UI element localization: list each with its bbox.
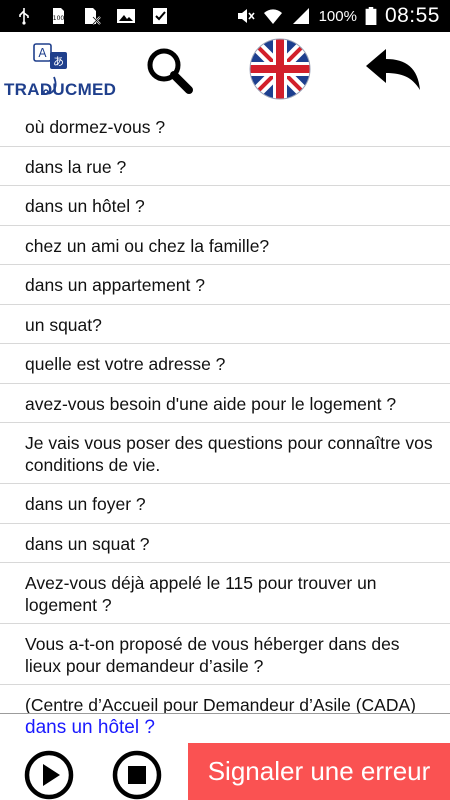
- svg-text:A: A: [38, 46, 47, 60]
- stop-button[interactable]: [112, 750, 162, 800]
- status-bar: 100 100% 08:55: [0, 0, 450, 32]
- svg-text:100: 100: [53, 15, 65, 22]
- traducmed-logo: A あ TRADUCMED: [2, 42, 117, 100]
- battery-percent: 100%: [318, 7, 357, 25]
- phrase-item[interactable]: dans la rue ?: [0, 147, 450, 186]
- phrase-item[interactable]: un squat?: [0, 305, 450, 344]
- phrase-item[interactable]: chez un ami ou chez la famille?: [0, 226, 450, 265]
- phrase-item[interactable]: quelle est votre adresse ?: [0, 344, 450, 384]
- report-error-button[interactable]: Signaler une erreur: [188, 743, 450, 800]
- checklist-icon: [153, 8, 167, 24]
- wifi-icon: [263, 9, 282, 24]
- phrase-item[interactable]: dans un foyer ?: [0, 484, 450, 524]
- logo-text: TRADUCMED: [4, 80, 117, 99]
- battery-icon: [365, 7, 377, 25]
- phrase-item[interactable]: dans un squat ?: [0, 524, 450, 563]
- phrase-item[interactable]: Vous a-t-on proposé de vous héberger dan…: [0, 624, 450, 685]
- sd-card-icon: 100: [53, 8, 65, 24]
- phrase-item[interactable]: dans un appartement ?: [0, 265, 450, 305]
- phrase-item[interactable]: où dormez-vous ?: [0, 107, 450, 147]
- signal-icon: [292, 8, 309, 24]
- phrase-item[interactable]: (Centre d’Accueil pour Demandeur d’Asile…: [0, 685, 450, 713]
- language-flag-button[interactable]: [248, 37, 312, 101]
- bottom-bar: Signaler une erreur: [0, 743, 450, 800]
- play-button[interactable]: [24, 750, 74, 800]
- sim-off-icon: [85, 8, 101, 25]
- phrase-item[interactable]: dans un hôtel ?: [0, 186, 450, 226]
- phrase-item[interactable]: Avez-vous déjà appelé le 115 pour trouve…: [0, 563, 450, 624]
- search-button[interactable]: [140, 44, 196, 94]
- app-header: A あ TRADUCMED: [0, 32, 450, 107]
- back-arrow-button[interactable]: [362, 46, 424, 94]
- phrase-item[interactable]: Je vais vous poser des questions pour co…: [0, 423, 450, 484]
- usb-icon: [19, 8, 29, 25]
- image-icon: [117, 9, 135, 23]
- phrase-list[interactable]: où dormez-vous ? dans la rue ? dans un h…: [0, 107, 450, 713]
- mute-icon: [237, 9, 255, 23]
- svg-text:あ: あ: [53, 55, 64, 68]
- clock: 08:55: [384, 4, 440, 27]
- selected-phrase: dans un hôtel ?: [0, 713, 450, 743]
- phrase-item[interactable]: avez-vous besoin d'une aide pour le loge…: [0, 384, 450, 423]
